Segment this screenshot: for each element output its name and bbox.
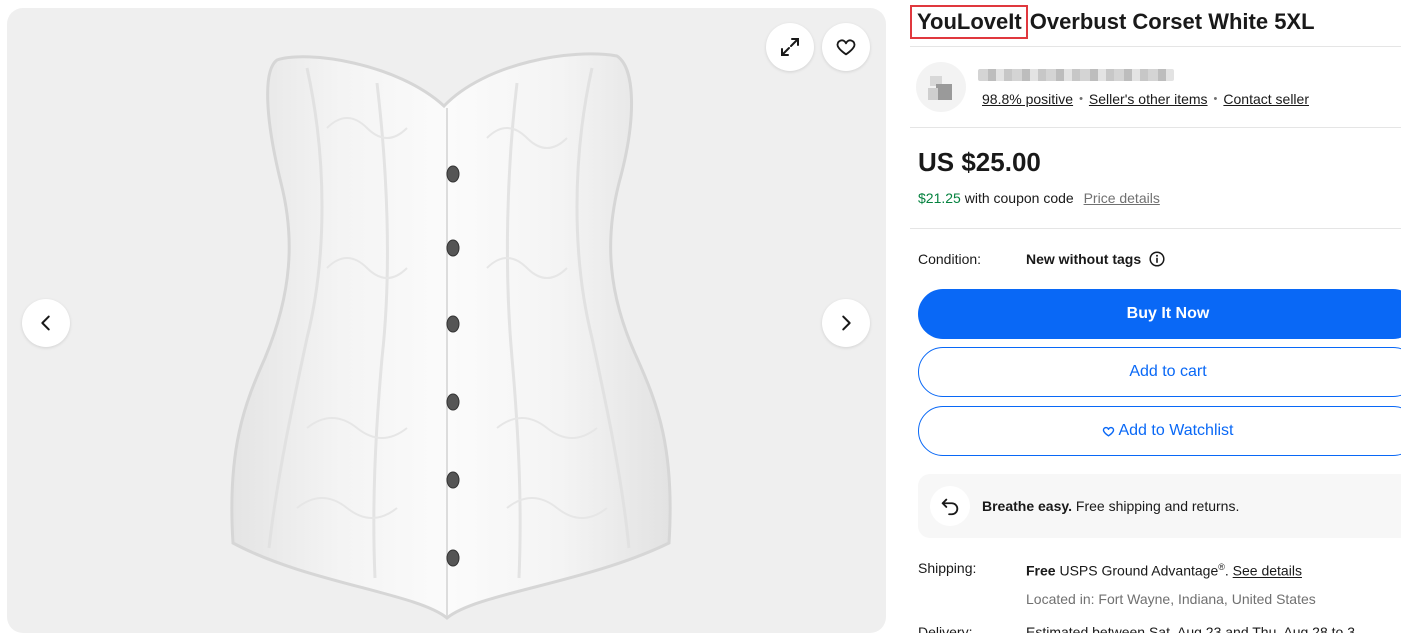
return-arrow-icon [930,486,970,526]
coupon-line: $21.25 with coupon code Price details [918,190,1160,206]
separator-dot: • [1079,93,1083,105]
item-title: YouLoveIt Overbust Corset White 5XL [910,5,1315,39]
coupon-text: with coupon code [964,190,1074,206]
separator-dot: • [1213,93,1218,105]
item-details-panel: YouLoveIt Overbust Corset White 5XL 98.8… [910,0,1401,633]
seller-feedback-link[interactable]: 98.8% positive [982,91,1073,107]
shipping-service: USPS Ground Advantage [1059,562,1219,579]
seller-info: 98.8% positive • Seller's other items • … [910,56,1401,120]
item-location: Located in: Fort Wayne, Indiana, United … [1026,591,1316,607]
watch-heart-button[interactable] [822,23,870,71]
add-to-cart-button[interactable]: Add to cart [918,347,1401,397]
shipping-label: Shipping: [918,560,977,576]
price-details-link[interactable]: Price details [1084,190,1160,206]
buy-it-now-button[interactable]: Buy It Now [918,289,1401,339]
returns-bold: Breathe easy. [982,498,1073,514]
divider [910,228,1401,229]
chevron-right-icon [842,315,851,331]
expand-icon [781,38,799,56]
info-icon[interactable] [1149,251,1165,267]
expand-button[interactable] [766,23,814,71]
seller-links: 98.8% positive • Seller's other items • … [982,91,1309,107]
divider [910,127,1401,128]
item-price: US $25.00 [918,147,1041,177]
image-gallery [7,8,886,633]
coupon-price: $21.25 [918,190,961,206]
add-to-cart-label: Add to cart [1129,363,1207,380]
heart-icon [1102,425,1115,438]
contact-seller-link[interactable]: Contact seller [1223,91,1309,107]
brand-name-highlight: YouLoveIt [910,5,1028,39]
seller-other-items-link[interactable]: Seller's other items [1089,91,1208,107]
product-image[interactable] [7,8,886,633]
heart-icon [836,39,856,56]
add-to-watchlist-label: Add to Watchlist [1118,422,1234,439]
delivery-label: Delivery: [918,624,973,633]
previous-image-button[interactable] [22,299,70,347]
chevron-left-icon [41,315,50,331]
see-details-link[interactable]: See details [1233,563,1302,579]
delivery-value: Estimated between Sat, Aug 23 and Thu, A… [1026,624,1355,633]
add-to-watchlist-button[interactable]: Add to Watchlist [918,406,1401,456]
seller-name-blurred[interactable] [978,69,1174,81]
shipping-free: Free [1026,562,1056,579]
returns-text: Breathe easy. Free shipping and returns. [982,498,1239,514]
returns-banner: Breathe easy. Free shipping and returns. [918,474,1401,538]
condition-label: Condition: [918,251,982,267]
buy-it-now-label: Buy It Now [1126,305,1210,322]
returns-detail: Free shipping and returns. [1075,498,1240,514]
condition-value: New without tags [1026,251,1142,267]
title-text: Overbust Corset White 5XL [1029,9,1315,34]
seller-avatar[interactable] [916,62,966,112]
shipping-value: Free USPS Ground Advantage®. See details [1026,562,1302,579]
next-image-button[interactable] [822,299,870,347]
registered-mark: ® [1218,562,1225,572]
divider [910,46,1401,47]
condition-value-row: New without tags [1026,251,1165,267]
